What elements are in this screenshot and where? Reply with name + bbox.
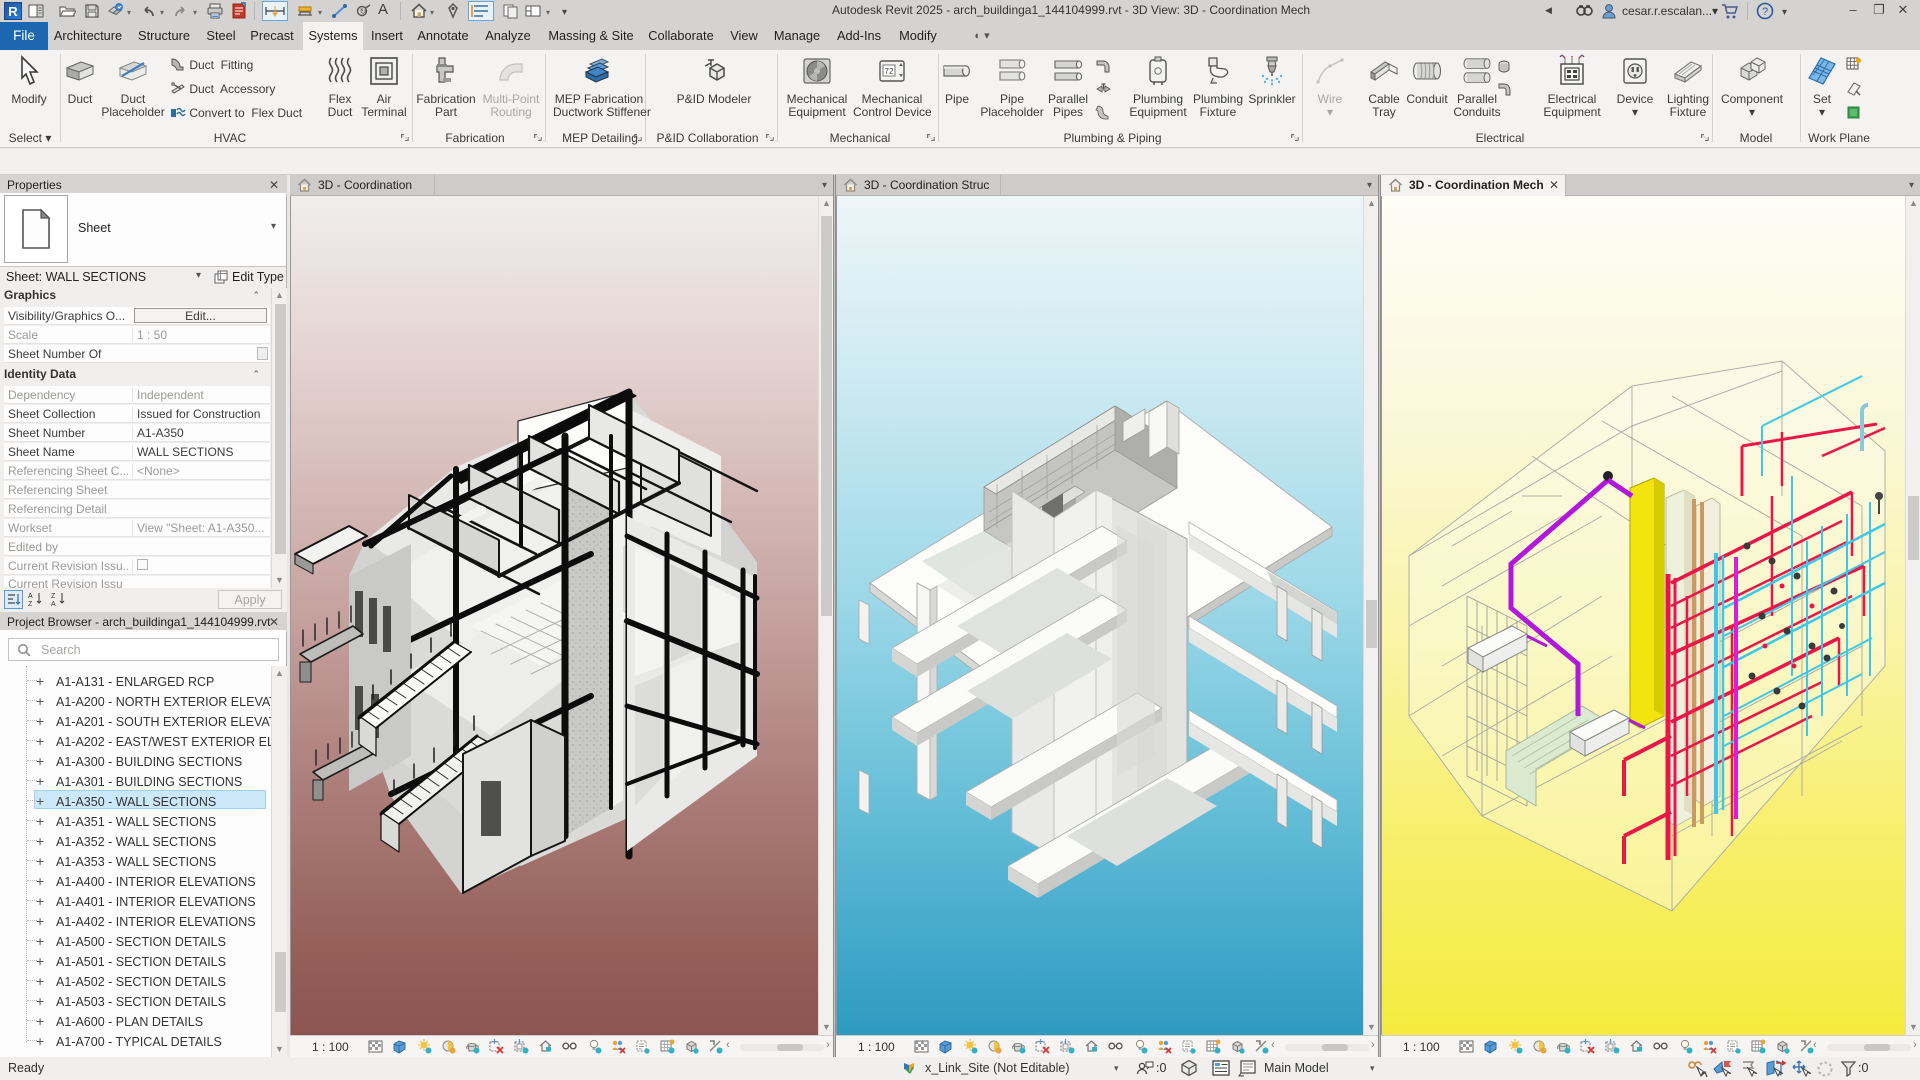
svg-text:A: A — [28, 593, 33, 600]
svg-text:?: ? — [1762, 6, 1768, 18]
svg-text:A: A — [51, 601, 56, 607]
svg-text:72: 72 — [885, 67, 894, 76]
svg-text:Z: Z — [51, 593, 56, 600]
svg-text:↻: ↻ — [360, 7, 367, 16]
svg-text:Z: Z — [28, 601, 33, 607]
